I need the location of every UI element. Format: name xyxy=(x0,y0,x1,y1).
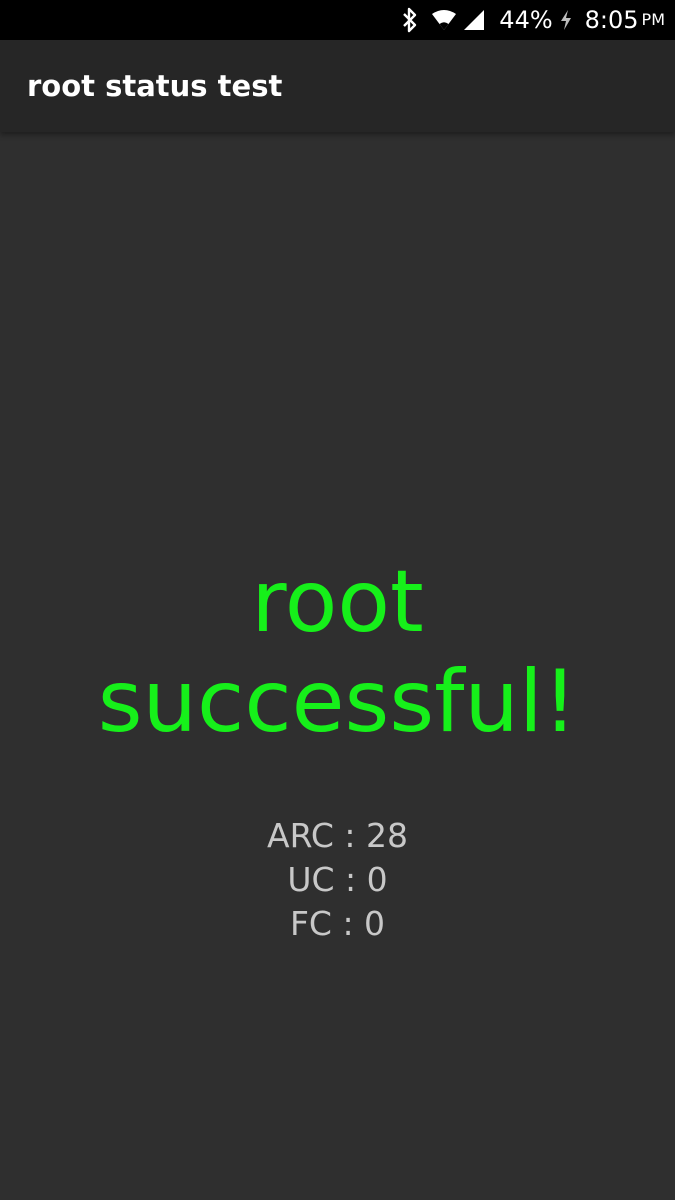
counter-arc: ARC : 28 xyxy=(267,816,408,855)
cell-signal-icon xyxy=(463,9,485,31)
app-bar: root status test xyxy=(0,40,675,132)
status-bar: 44% 8:05 PM xyxy=(0,0,675,40)
root-result-message: root successful! xyxy=(97,552,578,752)
counter-uc: UC : 0 xyxy=(287,860,388,899)
charging-icon xyxy=(559,9,573,31)
main-content: root successful! ARC : 28 UC : 0 FC : 0 xyxy=(0,132,675,1200)
status-icons: 44% 8:05 PM xyxy=(401,0,665,40)
bluetooth-icon xyxy=(401,7,419,33)
counters: ARC : 28 UC : 0 FC : 0 xyxy=(0,814,675,946)
counter-fc: FC : 0 xyxy=(289,904,386,943)
app-title: root status test xyxy=(27,69,283,103)
clock-time: 8:05 xyxy=(584,6,639,34)
clock-ampm: PM xyxy=(641,10,665,29)
battery-percent: 44% xyxy=(499,6,553,34)
wifi-icon xyxy=(431,9,457,31)
